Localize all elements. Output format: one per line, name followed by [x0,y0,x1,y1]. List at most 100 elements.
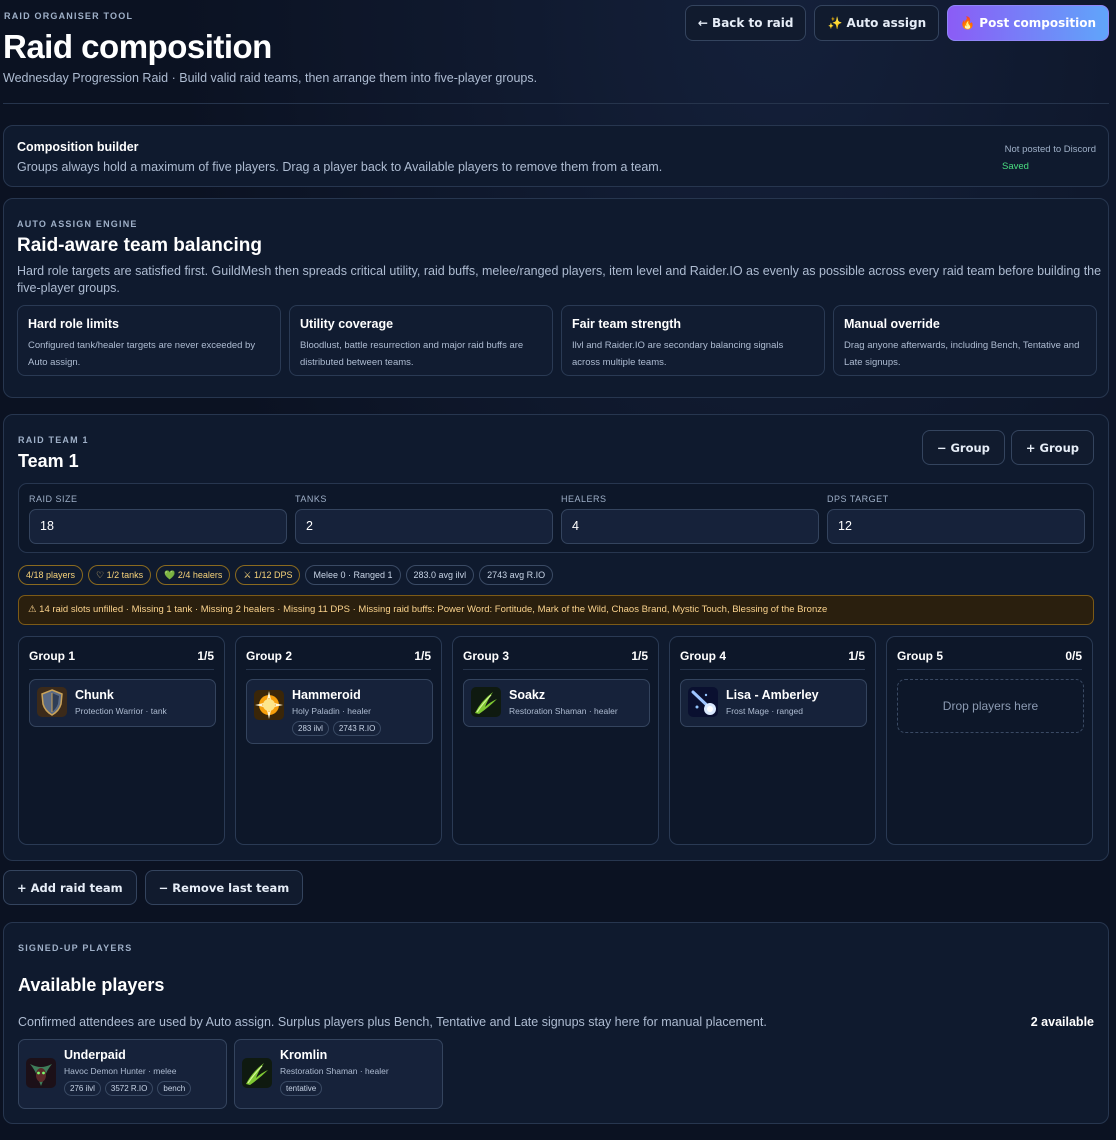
engine-eyebrow: AUTO ASSIGN ENGINE [17,219,138,229]
group-count: 1/5 [197,649,214,663]
remove-group-button[interactable]: − Group [921,430,1005,465]
post-composition-button[interactable]: 🔥 Post composition [947,5,1109,41]
group-3[interactable]: Group 3 1/5 Soakz Restoration Shaman · h… [452,636,659,845]
healers-input[interactable]: 4 [561,509,819,544]
group-5[interactable]: Group 5 0/5 Drop players here [886,636,1093,845]
auto-assign-engine-panel: AUTO ASSIGN ENGINE Raid-aware team balan… [3,198,1109,398]
raid-composition-page: RAID ORGANISER TOOL Raid composition Wed… [0,0,1116,1140]
saved-status: Saved [1002,161,1029,172]
page-subtitle: Wednesday Progression Raid · Build valid… [3,71,538,85]
dps-target-label: DPS TARGET [827,494,889,504]
healers-chip: 💚 2/4 healers [156,565,231,585]
dps-target-field: DPS TARGET 12 [827,494,1085,544]
holy-light-icon [254,690,284,720]
healers-label: HEALERS [561,494,607,504]
feature-title: Manual override [844,317,940,331]
group-count: 1/5 [631,649,648,663]
group-header: Group 4 1/5 [680,649,865,663]
builder-title: Composition builder [17,140,139,154]
group-1[interactable]: Group 1 1/5 Chunk Protection Warrior · t… [18,636,225,845]
player-spec: Restoration Shaman · healer [280,1066,389,1076]
feature-card: Utility coverage Bloodlust, battle resur… [289,305,553,376]
signup-status-tag: tentative [280,1081,323,1096]
add-raid-team-button[interactable]: + Add raid team [3,870,137,905]
player-spec: Protection Warrior · tank [75,706,167,716]
player-name: Hammeroid [292,688,361,702]
available-count: 2 available [1030,1015,1094,1029]
rio-tag: 3572 R.IO [104,1081,154,1096]
player-name: Soakz [509,688,546,702]
feature-card: Manual override Drag anyone afterwards, … [833,305,1097,376]
team-config: RAID SIZE 18 TANKS 2 HEALERS 4 DPS TARGE… [18,483,1094,553]
group-count: 1/5 [848,649,865,663]
player-name: Chunk [75,688,114,702]
remove-last-team-button[interactable]: − Remove last team [144,870,304,905]
group-header: Group 3 1/5 [463,649,648,663]
auto-assign-button[interactable]: ✨ Auto assign [814,5,940,41]
signed-up-eyebrow: SIGNED-UP PLAYERS [18,943,133,953]
player-name: Lisa - Amberley [726,688,819,702]
group-2[interactable]: Group 2 1/5 Hammeroid Holy Paladin · hea… [235,636,442,845]
page-title: Raid composition [3,28,272,65]
feature-text: Drag anyone afterwards, including Bench,… [844,340,1080,368]
feature-text: Ilvl and Raider.IO are secondary balanci… [572,340,784,368]
tanks-field: TANKS 2 [295,494,553,544]
feature-title: Utility coverage [300,317,394,331]
group-name: Group 3 [463,649,510,663]
header-actions: ← Back to raid ✨ Auto assign 🔥 Post comp… [684,5,1109,41]
group-count: 0/5 [1065,649,1082,663]
feature-title: Hard role limits [28,317,119,331]
raid-team-panel: RAID TEAM 1 Team 1 − Group + Group RAID … [3,414,1109,861]
avg-rio-chip: 2743 avg R.IO [479,565,554,585]
raid-size-input[interactable]: 18 [29,509,287,544]
dps-target-input[interactable]: 12 [827,509,1085,544]
group-divider [680,669,865,670]
player-spec: Frost Mage · ranged [726,706,804,716]
group-name: Group 5 [897,649,944,663]
player-card[interactable]: Kromlin Restoration Shaman · healer tent… [234,1039,443,1109]
available-players-panel: SIGNED-UP PLAYERS Available players Conf… [3,922,1109,1124]
builder-description: Groups always hold a maximum of five pla… [17,160,663,174]
player-card[interactable]: Chunk Protection Warrior · tank [29,679,216,727]
player-spec: Restoration Shaman · healer [509,706,618,716]
player-card[interactable]: Underpaid Havoc Demon Hunter · melee 276… [18,1039,227,1109]
player-spec: Holy Paladin · healer [292,706,371,716]
ilvl-tag: 283 ilvl [292,721,329,736]
unfilled-warning: ⚠ 14 raid slots unfilled · Missing 1 tan… [18,595,1094,625]
group-header: Group 5 0/5 [897,649,1082,663]
player-card[interactable]: Lisa - Amberley Frost Mage · ranged [680,679,867,727]
group-buttons: − Group + Group [921,430,1094,465]
shield-icon [37,687,67,717]
group-count: 1/5 [414,649,431,663]
player-tags: 276 ilvl 3572 R.IO bench [64,1081,192,1096]
player-card[interactable]: Soakz Restoration Shaman · healer [463,679,650,727]
group-divider [246,669,431,670]
team-stats: 4/18 players ♡ 1/2 tanks 💚 2/4 healers ⚔… [18,565,554,585]
drop-zone[interactable]: Drop players here [897,679,1084,733]
avg-ilvl-chip: 283.0 avg ilvl [405,565,475,585]
feature-text: Configured tank/healer targets are never… [28,340,256,368]
demon-hunter-icon [26,1058,56,1088]
group-4[interactable]: Group 4 1/5 Lisa - Amberley Frost Mage ·… [669,636,876,845]
add-group-button[interactable]: + Group [1010,430,1094,465]
back-to-raid-button[interactable]: ← Back to raid [684,5,807,41]
group-divider [463,669,648,670]
feature-card: Hard role limits Configured tank/healer … [17,305,281,376]
player-card[interactable]: Hammeroid Holy Paladin · healer 283 ilvl… [246,679,433,744]
rio-tag: 2743 R.IO [332,721,382,736]
group-divider [29,669,214,670]
ilvl-tag: 276 ilvl [64,1081,101,1096]
group-header: Group 1 1/5 [29,649,214,663]
player-name: Kromlin [280,1048,328,1062]
tanks-label: TANKS [295,494,327,504]
feature-title: Fair team strength [572,317,682,331]
discord-status: Not posted to Discord [1004,144,1096,155]
tanks-input[interactable]: 2 [295,509,553,544]
group-divider [897,669,1082,670]
dps-chip: ⚔ 1/12 DPS [235,565,301,585]
player-name: Underpaid [64,1048,126,1062]
group-header: Group 2 1/5 [246,649,431,663]
healers-field: HEALERS 4 [561,494,819,544]
feature-text: Bloodlust, battle resurrection and major… [300,340,524,368]
tool-eyebrow: RAID ORGANISER TOOL [4,11,134,21]
